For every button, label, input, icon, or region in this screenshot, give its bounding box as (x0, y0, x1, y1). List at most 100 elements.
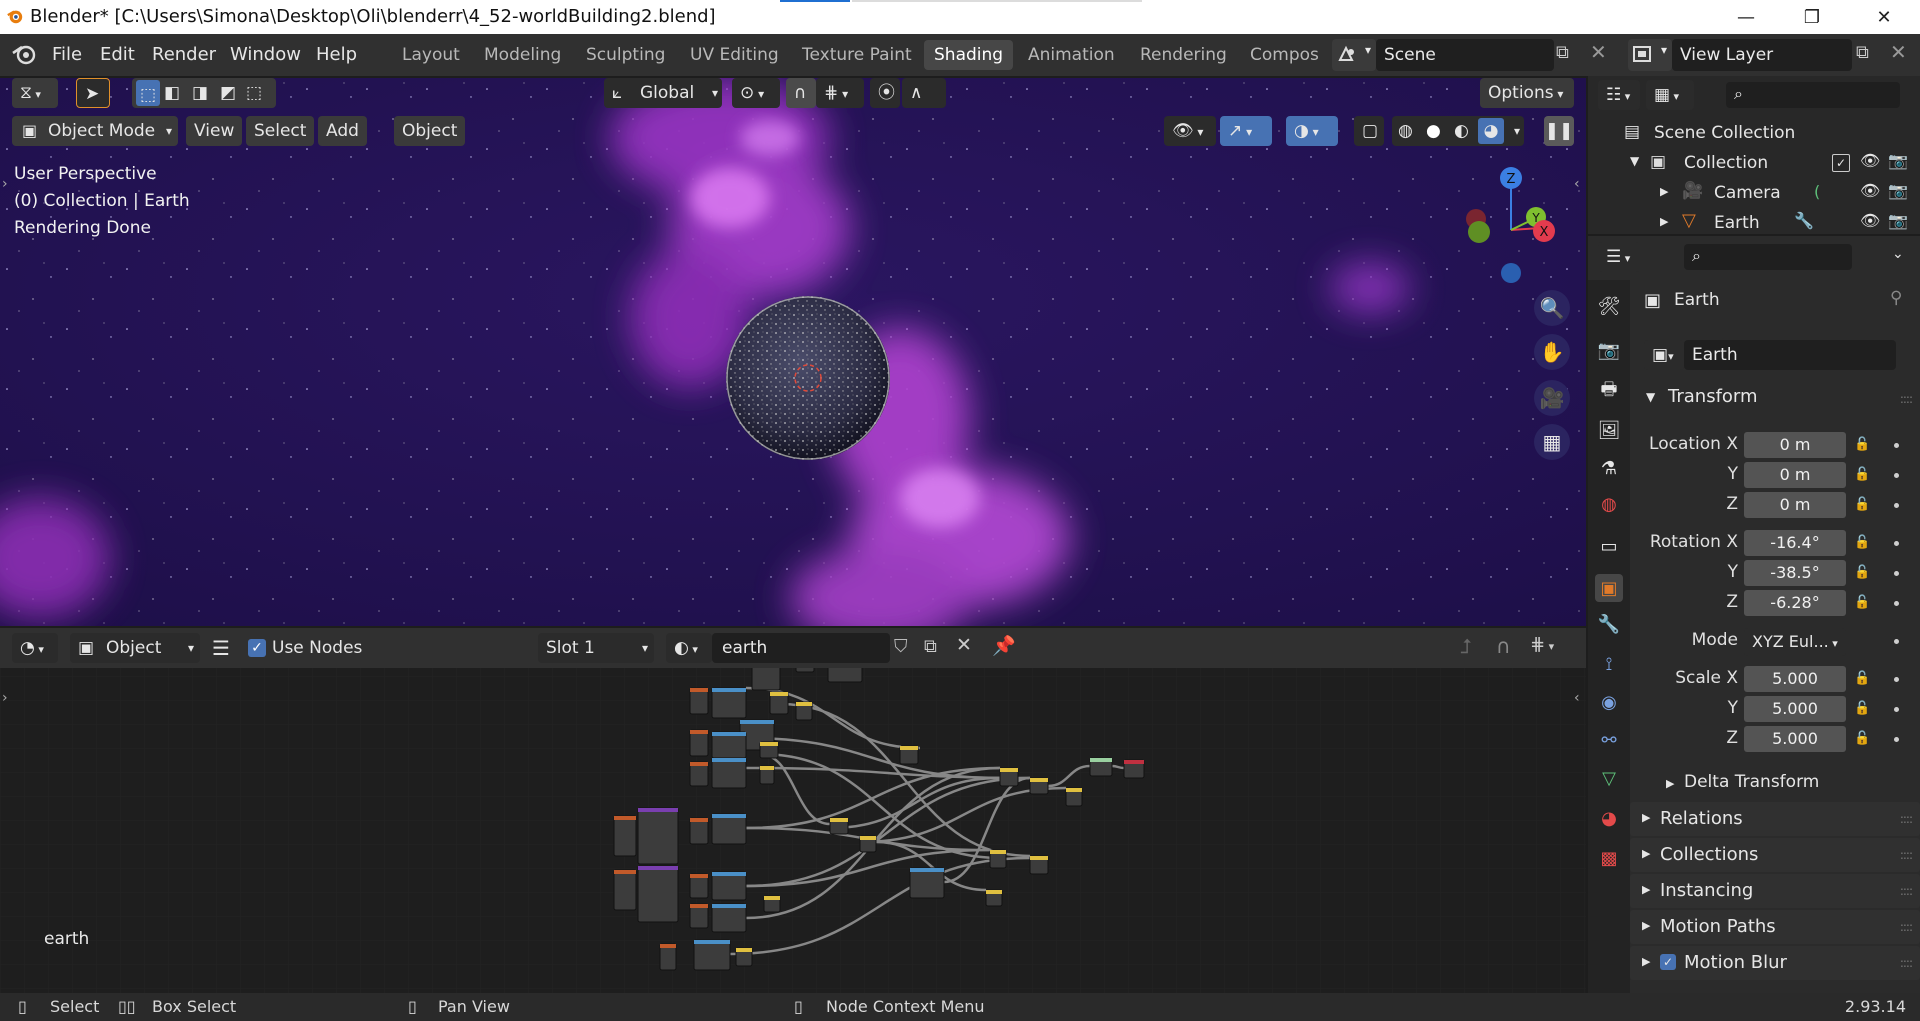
lock-scale-y-icon[interactable]: 🔓 (1854, 701, 1870, 716)
lock-rotation-x-icon[interactable]: 🔓 (1854, 535, 1870, 550)
material-preview-icon[interactable]: ◐ (1454, 116, 1469, 146)
constraints-tab-icon[interactable]: ⚯ (1595, 726, 1623, 754)
shader-node[interactable] (735, 947, 753, 967)
keyframe-dot[interactable] (1894, 503, 1899, 508)
shader-node[interactable] (689, 817, 709, 845)
shader-node[interactable] (689, 873, 709, 899)
motion-blur-checkbox[interactable]: ✓ (1660, 954, 1676, 970)
shader-node[interactable] (763, 895, 781, 913)
rendered-shading-icon[interactable]: ◕ (1478, 118, 1504, 144)
shader-node[interactable] (1123, 759, 1145, 779)
relations-panel[interactable]: ▶ Relations :::: (1630, 802, 1920, 836)
drag-grip-icon[interactable]: :::: (1900, 812, 1913, 826)
keyframe-dot[interactable] (1894, 443, 1899, 448)
keyframe-dot[interactable] (1894, 639, 1899, 644)
tab-texture-paint[interactable]: Texture Paint (792, 40, 922, 70)
output-tab-icon[interactable]: 🖶 (1595, 378, 1623, 406)
scale-y-field[interactable]: 5.000 (1744, 696, 1846, 722)
object-name-field[interactable]: Earth (1684, 340, 1896, 370)
scene-browse-button[interactable]: ▾ (1332, 39, 1376, 71)
keyframe-dot[interactable] (1894, 601, 1899, 606)
menu-render[interactable]: Render (152, 44, 216, 65)
mode-selector[interactable]: ▣ Object Mode ▾ (12, 116, 178, 146)
orientation-selector[interactable]: ⟀ Global ▾ (604, 78, 722, 108)
render-tab-icon[interactable]: 📷 (1595, 336, 1623, 364)
camera-view-icon[interactable]: 🎥 (1534, 380, 1570, 416)
modifier-tab-icon[interactable]: 🔧 (1595, 610, 1623, 638)
shader-node[interactable] (1065, 787, 1083, 807)
use-nodes-checkbox[interactable]: ✓ (248, 639, 266, 657)
render-camera-icon[interactable]: 📷 (1888, 211, 1908, 230)
keyframe-dot[interactable] (1894, 473, 1899, 478)
rotation-z-field[interactable]: -6.28° (1744, 590, 1846, 616)
toolbar-toggle-icon[interactable]: › (2, 176, 8, 192)
perspective-grid-icon[interactable]: ▦ (1534, 424, 1570, 460)
drag-grip-icon[interactable]: :::: (1900, 956, 1913, 970)
outliner-row-earth[interactable]: ▶ ▽ Earth 🔧 👁 📷 (1588, 208, 1920, 238)
menu-window[interactable]: Window (230, 44, 301, 65)
keyframe-dot[interactable] (1894, 571, 1899, 576)
view-layer-browse-button[interactable]: ▾ (1628, 39, 1672, 71)
eye-icon[interactable]: 👁 (1860, 211, 1880, 230)
tab-shading[interactable]: Shading (924, 40, 1014, 70)
pin-icon[interactable]: 📌 (992, 634, 1016, 657)
gizmo-neg-z-axis[interactable] (1501, 263, 1521, 283)
eye-icon[interactable]: 👁 (1860, 151, 1880, 170)
expand-arrow-icon[interactable]: ▼ (1646, 390, 1655, 404)
select-extend-icon[interactable]: ◧ (164, 78, 180, 108)
tool-tab-icon[interactable]: 🛠 (1595, 292, 1623, 320)
shader-node[interactable] (859, 835, 877, 853)
gizmo-toggle[interactable]: ↗ ▾ (1220, 116, 1272, 146)
shader-node[interactable] (759, 765, 775, 785)
tab-layout[interactable]: Layout (392, 40, 470, 70)
object-data-tab-icon[interactable]: ▽ (1595, 764, 1623, 792)
particles-tab-icon[interactable]: ⟟ (1595, 650, 1623, 678)
tab-uv-editing[interactable]: UV Editing (680, 40, 789, 70)
menu-edit[interactable]: Edit (100, 44, 135, 65)
material-slot-selector[interactable]: Slot 1 ▾ (538, 633, 654, 663)
menu-help[interactable]: Help (316, 44, 357, 65)
fake-user-shield-icon[interactable]: ⛉ (894, 636, 908, 657)
rotation-y-field[interactable]: -38.5° (1744, 560, 1846, 586)
options-dropdown[interactable]: Options ▾ (1480, 78, 1574, 108)
shader-node[interactable] (711, 731, 747, 759)
visibility-toggle[interactable]: 👁 ▾ (1164, 116, 1216, 146)
drag-grip-icon[interactable]: :::: (1900, 392, 1913, 406)
node-sidebar-toggle-icon[interactable]: ‹ (1574, 690, 1580, 706)
select-intersect-icon[interactable]: ⬚ (246, 78, 262, 108)
zoom-icon[interactable]: 🔍 (1534, 290, 1570, 326)
expand-arrow-icon[interactable]: ▶ (1660, 215, 1668, 228)
instancing-panel[interactable]: ▶ Instancing :::: (1630, 874, 1920, 908)
lock-scale-z-icon[interactable]: 🔓 (1854, 731, 1870, 746)
shader-node[interactable] (769, 691, 789, 715)
render-camera-icon[interactable]: 📷 (1888, 181, 1908, 200)
tab-compositing[interactable]: Compos (1240, 40, 1329, 70)
viewport-menu-select[interactable]: Select (246, 116, 315, 146)
minimize-button[interactable]: — (1718, 0, 1774, 34)
new-material-icon[interactable]: ⧉ (924, 636, 937, 657)
shader-node[interactable] (899, 745, 919, 765)
gizmo-neg-y-axis[interactable] (1468, 221, 1490, 243)
shader-node[interactable] (1029, 777, 1049, 795)
lock-location-x-icon[interactable]: 🔓 (1854, 437, 1870, 452)
shader-node[interactable] (829, 817, 849, 835)
menu-file[interactable]: File (52, 44, 82, 65)
viewport-menu-object[interactable]: Object (394, 116, 466, 146)
location-y-field[interactable]: 0 m (1744, 462, 1846, 488)
maximize-button[interactable]: ❐ (1784, 0, 1840, 34)
select-new-icon[interactable]: ⬚ (136, 80, 160, 106)
properties-search-field[interactable]: ⌕ (1684, 244, 1852, 270)
tab-rendering[interactable]: Rendering (1130, 40, 1237, 70)
drag-grip-icon[interactable]: :::: (1900, 920, 1913, 934)
transform-panel-header[interactable]: Transform (1668, 386, 1758, 407)
shader-node[interactable] (637, 807, 679, 865)
shader-node[interactable] (1029, 855, 1049, 875)
drag-grip-icon[interactable]: :::: (1900, 884, 1913, 898)
shader-node[interactable] (689, 761, 709, 787)
shader-node[interactable] (711, 903, 747, 933)
delete-view-layer-icon[interactable]: ✕ (1890, 40, 1907, 64)
eye-icon[interactable]: 👁 (1860, 181, 1880, 200)
render-camera-icon[interactable]: 📷 (1888, 151, 1908, 170)
unlink-material-icon[interactable]: ✕ (956, 634, 972, 656)
pan-hand-icon[interactable]: ✋ (1534, 334, 1570, 370)
